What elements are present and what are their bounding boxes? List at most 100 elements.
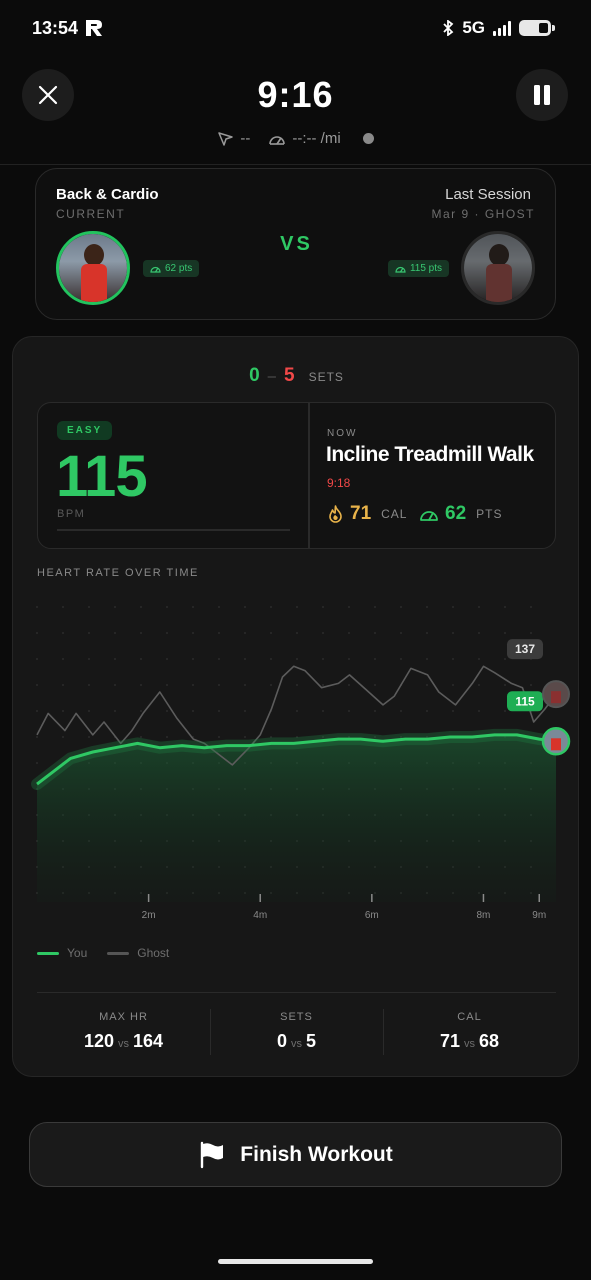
grid-dot: [452, 632, 454, 634]
calories-value: 71: [350, 503, 372, 524]
grid-dot: [426, 710, 428, 712]
grid-dot: [140, 606, 142, 608]
grid-dot: [62, 632, 64, 634]
ghost-session-name: Last Session: [445, 186, 531, 203]
grid-dot: [88, 684, 90, 686]
speedometer-icon: [269, 135, 286, 145]
grid-dot: [218, 710, 220, 712]
grid-dot: [322, 606, 324, 608]
live-info-panel: EASY 115 BPM NOW Incline Treadmill Walk …: [37, 402, 556, 549]
x-tick-label: 9m: [532, 910, 546, 921]
grid-dot: [478, 710, 480, 712]
grid-dot: [166, 710, 168, 712]
live-metrics: -- --:-- /mi: [0, 130, 591, 147]
grid-dot: [530, 606, 532, 608]
summary-vs: vs: [291, 1038, 302, 1050]
grid-dot: [114, 710, 116, 712]
grid-dot: [62, 658, 64, 660]
grid-dot: [270, 606, 272, 608]
heart-rate-value: 115: [56, 444, 148, 509]
grid-dot: [192, 684, 194, 686]
grid-dot: [400, 658, 402, 660]
grid-dot: [244, 684, 246, 686]
grid-dot: [192, 606, 194, 608]
grid-dot: [114, 658, 116, 660]
grid-dot: [504, 658, 506, 660]
grid-dot: [114, 606, 116, 608]
grid-dot: [192, 658, 194, 660]
grid-dot: [166, 736, 168, 738]
grid-dot: [478, 606, 480, 608]
grid-dot: [270, 658, 272, 660]
current-points: 62 pts: [165, 263, 193, 274]
grid-dot: [62, 684, 64, 686]
grid-dot: [322, 632, 324, 634]
summary-vs: vs: [464, 1038, 475, 1050]
grid-dot: [530, 632, 532, 634]
grid-dot: [400, 606, 402, 608]
grid-dot: [166, 684, 168, 686]
now-label: NOW: [327, 428, 358, 439]
summary-label: CAL: [457, 1011, 482, 1023]
grid-dot: [218, 684, 220, 686]
grid-dot: [478, 632, 480, 634]
pace-value: --: [240, 130, 251, 147]
summary-you-value: 120: [83, 1031, 114, 1051]
x-tick-label: 6m: [365, 910, 379, 921]
summary-max-hr: MAX HR 120 vs 164: [37, 999, 210, 1057]
summary-ghost-value: 5: [306, 1031, 317, 1051]
points-unit: PTS: [476, 507, 503, 521]
location-arrow-icon: [218, 132, 234, 146]
grid-dot: [374, 684, 376, 686]
grid-dot: [322, 658, 324, 660]
legend-label-ghost: Ghost: [137, 946, 170, 960]
grid-dot: [296, 632, 298, 634]
grid-dot: [348, 684, 350, 686]
home-indicator: [218, 1259, 373, 1264]
you-end-label: 115: [515, 694, 535, 708]
points-value: 62: [445, 503, 467, 524]
bluetooth-icon: [443, 20, 454, 36]
flame-icon: [329, 505, 342, 523]
chart-title: HEART RATE OVER TIME: [37, 567, 199, 579]
app-logo-icon: [86, 20, 102, 36]
current-label: CURRENT: [56, 207, 126, 221]
grid-dot: [140, 632, 142, 634]
grid-dot: [504, 710, 506, 712]
summary-ghost-value: 68: [479, 1031, 500, 1051]
grid-dot: [36, 684, 38, 686]
grid-dot: [296, 606, 298, 608]
heart-rate-zone-badge: EASY: [57, 421, 113, 440]
grid-dot: [140, 684, 142, 686]
status-time: 13:54: [32, 18, 79, 38]
finish-workout-button[interactable]: Finish Workout: [29, 1122, 562, 1187]
grid-dot: [348, 710, 350, 712]
pace-metric: --: [217, 130, 250, 147]
sets-you-count: 0: [249, 365, 260, 386]
grid-dot: [88, 632, 90, 634]
grid-dot: [452, 606, 454, 608]
grid-dot: [478, 684, 480, 686]
exercise-elapsed-time: 9:18: [327, 476, 351, 490]
summary-values: 0 vs 5: [210, 1031, 383, 1052]
grid-dot: [244, 606, 246, 608]
grid-dot: [88, 606, 90, 608]
speedometer-icon: [150, 266, 161, 273]
ghost-session-label: Mar 9 · GHOST: [431, 207, 535, 221]
grid-dot: [88, 658, 90, 660]
grid-dot: [348, 606, 350, 608]
grid-dot: [88, 736, 90, 738]
grid-dot: [140, 658, 142, 660]
grid-dot: [36, 710, 38, 712]
summary-you-value: 71: [439, 1031, 460, 1051]
summary-you-value: 0: [276, 1031, 287, 1051]
split-metric: --:-- /mi: [268, 130, 341, 147]
grid-dot: [244, 632, 246, 634]
current-workout-name: Back & Cardio: [56, 186, 159, 203]
battery-icon: [519, 20, 555, 36]
grid-dot: [166, 632, 168, 634]
grid-dot: [166, 606, 168, 608]
grid-dot: [270, 632, 272, 634]
summary-values: 71 vs 68: [383, 1031, 556, 1052]
pause-button[interactable]: [516, 69, 568, 121]
